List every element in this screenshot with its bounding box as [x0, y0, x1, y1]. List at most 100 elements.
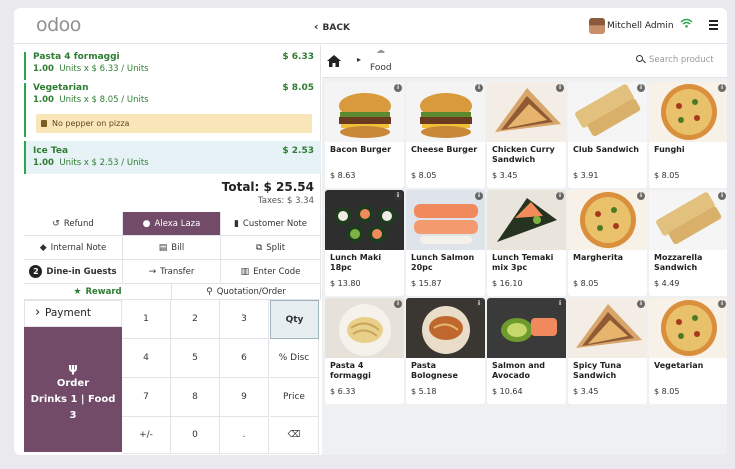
numpad-key[interactable]: 5 [171, 339, 220, 378]
back-label: BACK [322, 23, 350, 33]
product-info-icon[interactable]: i [718, 300, 726, 308]
transfer-button[interactable]: → Transfer [123, 260, 221, 284]
discount-mode-key[interactable]: % Disc [270, 339, 319, 378]
numpad-key[interactable]: 2 [171, 300, 220, 339]
product-card[interactable]: i Margherita $ 8.05 [568, 190, 647, 296]
product-card[interactable]: i Cheese Burger $ 8.05 [406, 82, 485, 188]
price-mode-key[interactable]: Price [270, 378, 319, 417]
bill-button[interactable]: ▤ Bill [123, 236, 221, 260]
order-panel: Pasta 4 formaggi 1.00 Units x $ 6.33 / U… [24, 45, 321, 211]
product-info-icon[interactable]: i [556, 84, 564, 92]
product-card[interactable]: i Lunch Temaki mix 3pc $ 16.10 [487, 190, 566, 296]
product-info-icon[interactable]: i [475, 192, 483, 200]
control-buttons: ↺ Refund ● Alexa Laza ▮ Customer Note ◆ Inte… [24, 212, 321, 300]
product-name: Vegetarian [654, 361, 704, 370]
line-qty: 1.00 Units x $ 2.53 / Units [33, 158, 321, 168]
numpad-key[interactable]: 3 [220, 300, 269, 339]
internal-note-button[interactable]: ◆ Internal Note [24, 236, 123, 260]
product-card[interactable]: i Pasta 4 formaggi $ 6.33 [325, 298, 404, 404]
split-button[interactable]: ⧉ Split [221, 236, 321, 260]
product-info-icon[interactable]: i [556, 300, 564, 308]
numpad-key[interactable]: 9 [220, 378, 269, 417]
category-current[interactable]: Food [370, 63, 392, 73]
customer-note-button[interactable]: ▮ Customer Note [221, 212, 321, 236]
top-bar: odoo ‹ BACK Mitchell Admin [14, 8, 727, 44]
line-unit-text: Units x $ 6.33 / Units [59, 64, 149, 74]
product-price: $ 3.45 [573, 387, 599, 396]
search-input[interactable]: Search product [631, 50, 725, 69]
search-icon [636, 55, 643, 62]
category-bar: ▸ ☁ Food Search product [322, 45, 727, 78]
product-price: $ 16.10 [492, 279, 523, 288]
product-name: Lunch Maki 18pc [330, 253, 382, 272]
customer-button[interactable]: ● Alexa Laza [123, 212, 221, 236]
product-price: $ 8.63 [330, 171, 356, 180]
note-icon [41, 120, 47, 127]
decimal-key[interactable]: . [220, 417, 269, 454]
line-qty-value: 1.00 [33, 64, 54, 74]
product-info-icon[interactable]: i [394, 84, 402, 92]
wifi-icon [680, 18, 693, 28]
quotation-order-button[interactable]: ⚲ Quotation/Order [172, 284, 321, 300]
order-button-summary: Drinks 1 | Food [30, 394, 116, 405]
product-info-icon[interactable]: i [556, 192, 564, 200]
numpad-key[interactable]: 0 [171, 417, 220, 454]
customer-label: Alexa Laza [154, 218, 201, 229]
numpad-key[interactable]: 8 [171, 378, 220, 417]
numpad-key[interactable]: 7 [122, 378, 171, 417]
chevron-left-icon: ‹ [314, 20, 319, 33]
product-card[interactable]: i Pasta Bolognese $ 5.18 [406, 298, 485, 404]
numpad-key[interactable]: 1 [122, 300, 171, 339]
product-card[interactable]: i Lunch Maki 18pc $ 13.80 [325, 190, 404, 296]
qty-mode-key[interactable]: Qty [270, 300, 319, 339]
avatar[interactable] [589, 18, 605, 34]
product-name: Club Sandwich [573, 145, 639, 154]
order-line-selected[interactable]: Ice Tea 1.00 Units x $ 2.53 / Units $ 2.… [24, 141, 321, 174]
guests-label: Dine-in Guests [46, 266, 117, 277]
order-button[interactable]: ψ Order Drinks 1 | Food 3 [24, 327, 122, 452]
product-info-icon[interactable]: i [475, 300, 483, 308]
product-info-icon[interactable]: i [637, 192, 645, 200]
product-info-icon[interactable]: i [394, 300, 402, 308]
product-image [325, 190, 404, 250]
home-icon[interactable] [327, 55, 341, 67]
product-card[interactable]: i Bacon Burger $ 8.63 [325, 82, 404, 188]
product-card[interactable]: i Mozzarella Sandwich $ 4.49 [649, 190, 727, 296]
odoo-logo: odoo [36, 14, 81, 36]
order-line[interactable]: Pasta 4 formaggi 1.00 Units x $ 6.33 / U… [24, 52, 321, 80]
payment-button[interactable]: › Payment [24, 300, 122, 327]
product-info-icon[interactable]: i [718, 192, 726, 200]
back-button[interactable]: ‹ BACK [314, 20, 350, 33]
product-card[interactable]: i Funghi $ 8.05 [649, 82, 727, 188]
print-icon: ▤ [158, 242, 168, 253]
numpad-key[interactable]: 4 [122, 339, 171, 378]
product-info-icon[interactable]: i [394, 192, 402, 200]
enter-code-label: Enter Code [253, 266, 301, 277]
numpad-key[interactable]: 6 [220, 339, 269, 378]
refund-label: Refund [63, 218, 94, 229]
enter-code-button[interactable]: ▥ Enter Code [221, 260, 321, 284]
product-info-icon[interactable]: i [637, 300, 645, 308]
product-name: Mozzarella Sandwich [654, 253, 703, 272]
line-name: Ice Tea [33, 146, 69, 156]
plus-minus-key[interactable]: +/- [122, 417, 171, 454]
customer-note-label: Customer Note [242, 218, 308, 229]
guests-button[interactable]: 2 Dine-in Guests [24, 260, 123, 284]
product-info-icon[interactable]: i [718, 84, 726, 92]
product-card[interactable]: i Club Sandwich $ 3.91 [568, 82, 647, 188]
product-card[interactable]: i Chicken Curry Sandwich $ 3.45 [487, 82, 566, 188]
backspace-key[interactable]: ⌫ [270, 417, 319, 454]
reward-button[interactable]: ★ Reward [24, 284, 172, 300]
product-name: Lunch Temaki mix 3pc [492, 253, 554, 272]
product-card[interactable]: i Vegetarian $ 8.05 [649, 298, 727, 404]
hamburger-menu-icon[interactable] [709, 20, 718, 32]
product-info-icon[interactable]: i [637, 84, 645, 92]
product-card[interactable]: i Spicy Tuna Sandwich $ 3.45 [568, 298, 647, 404]
product-card[interactable]: i Salmon and Avocado $ 10.64 [487, 298, 566, 404]
product-card[interactable]: i Lunch Salmon 20pc $ 15.87 [406, 190, 485, 296]
product-name: Cheese Burger [411, 145, 478, 154]
refund-button[interactable]: ↺ Refund [24, 212, 123, 236]
product-name: Margherita [573, 253, 624, 262]
user-name[interactable]: Mitchell Admin [607, 21, 674, 31]
product-info-icon[interactable]: i [475, 84, 483, 92]
